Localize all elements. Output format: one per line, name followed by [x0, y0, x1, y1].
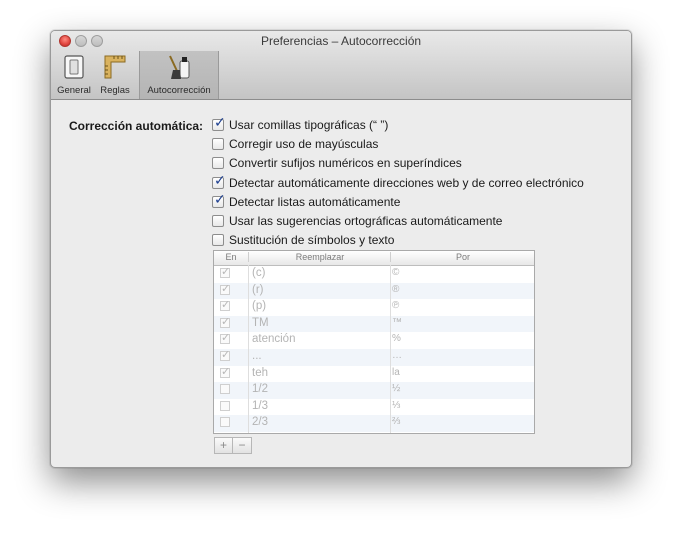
column-header-en[interactable]: En — [214, 252, 248, 262]
row-checkbox[interactable] — [220, 417, 230, 428]
replace-cell: ... — [252, 350, 262, 362]
with-cell: ⅓ — [392, 399, 401, 411]
row-checkbox[interactable] — [220, 282, 230, 295]
with-cell: ™ — [392, 316, 402, 328]
table-row[interactable]: (r) ® — [214, 282, 534, 300]
window-title: Preferencias – Autocorrección — [260, 34, 422, 48]
checkbox[interactable] — [212, 215, 224, 227]
table-row[interactable]: TM ™ — [214, 315, 534, 333]
checkbox[interactable] — [212, 192, 226, 208]
toolbar-label-reglas: Reglas — [100, 85, 130, 96]
replace-cell: 1/2 — [252, 383, 268, 396]
option-smart-quotes[interactable]: Usar comillas tipográficas (“ ”) — [212, 115, 389, 133]
option-label: Detectar automáticamente direcciones web… — [229, 176, 584, 190]
toolbar: Preferencias – Autocorrección General Re… — [51, 31, 631, 100]
replace-cell: TM — [252, 316, 269, 329]
replace-cell: teh — [252, 366, 268, 379]
ruler-icon — [104, 55, 126, 79]
row-checkbox[interactable] — [220, 315, 230, 328]
replace-cell: atención — [252, 333, 296, 346]
table-row[interactable]: 1/3 ⅓ — [214, 399, 534, 416]
checkbox[interactable] — [212, 157, 224, 169]
with-cell: % — [392, 333, 401, 345]
table-row[interactable]: 1/2 ½ — [214, 382, 534, 399]
option-capitalization[interactable]: Corregir uso de mayúsculas — [212, 136, 378, 152]
checkbox[interactable] — [212, 173, 226, 189]
checkbox[interactable] — [212, 115, 226, 131]
checkbox[interactable] — [212, 138, 224, 150]
option-symbol-substitution[interactable]: Sustitución de símbolos y texto — [212, 232, 394, 248]
row-checkbox[interactable] — [220, 298, 230, 312]
replace-cell: (p) — [252, 300, 267, 313]
table-row[interactable]: (p) ℗ — [214, 298, 534, 316]
toolbar-item-reglas[interactable]: Reglas — [97, 51, 133, 99]
option-label: Usar comillas tipográficas (“ ”) — [229, 118, 389, 132]
row-checkbox[interactable] — [220, 348, 230, 361]
table-header: En Reemplazar Por — [214, 251, 534, 266]
with-cell: © — [392, 267, 400, 278]
option-label: Detectar listas automáticamente — [229, 195, 401, 209]
toolbar-item-general[interactable]: General — [55, 51, 93, 99]
preferences-window: Preferencias – Autocorrección General Re… — [50, 30, 632, 468]
row-checkbox[interactable] — [220, 265, 230, 278]
row-checkbox[interactable] — [220, 400, 230, 411]
column-header-replace[interactable]: Reemplazar — [248, 252, 391, 262]
with-cell: ½ — [392, 383, 401, 395]
row-checkbox[interactable] — [220, 331, 230, 345]
replace-cell: 2/3 — [252, 416, 268, 429]
general-switch-icon — [64, 55, 84, 79]
table-row[interactable]: atención % — [214, 331, 534, 349]
option-spelling-suggestions[interactable]: Usar las sugerencias ortográficas automá… — [212, 213, 502, 229]
with-cell: ℗ — [392, 300, 400, 312]
checkbox[interactable] — [212, 234, 224, 246]
option-superscripts[interactable]: Convertir sufijos numéricos en superíndi… — [212, 155, 462, 171]
replace-cell: (c) — [252, 267, 266, 279]
remove-button[interactable]: − — [233, 437, 252, 454]
option-label: Usar las sugerencias ortográficas automá… — [229, 214, 503, 228]
row-checkbox[interactable] — [220, 365, 230, 378]
with-cell: ® — [392, 283, 400, 295]
section-label: Corrección automática: — [69, 119, 204, 133]
with-cell: … — [392, 350, 402, 361]
toolbar-label-general: General — [57, 85, 91, 96]
table-row[interactable]: 2/3 ⅔ — [214, 415, 534, 432]
replace-cell: 1/3 — [252, 399, 268, 412]
column-header-with[interactable]: Por — [390, 252, 534, 262]
toolbar-item-autocorreccion[interactable]: Autocorrección — [139, 51, 219, 99]
add-button[interactable]: + — [214, 437, 233, 454]
column-divider — [248, 265, 249, 433]
row-checkbox[interactable] — [220, 384, 230, 395]
replace-cell: (r) — [252, 283, 264, 296]
with-cell: ⅔ — [392, 416, 401, 428]
table-row[interactable]: (c) © — [214, 265, 534, 283]
column-divider — [390, 265, 391, 433]
option-label: Corregir uso de mayúsculas — [229, 137, 379, 151]
option-label: Sustitución de símbolos y texto — [229, 233, 395, 247]
option-detect-links[interactable]: Detectar automáticamente direcciones web… — [212, 173, 584, 191]
substitution-table: En Reemplazar Por (c) © (r) ® (p) ℗ TM ™… — [213, 250, 535, 434]
option-label: Convertir sufijos numéricos en superíndi… — [229, 156, 462, 170]
broom-bottle-icon — [169, 55, 190, 79]
option-detect-lists[interactable]: Detectar listas automáticamente — [212, 192, 401, 210]
table-row[interactable]: ... … — [214, 348, 534, 366]
table-row[interactable]: teh la — [214, 365, 534, 383]
with-cell: la — [392, 366, 400, 378]
toolbar-label-autocorreccion: Autocorrección — [147, 85, 211, 96]
